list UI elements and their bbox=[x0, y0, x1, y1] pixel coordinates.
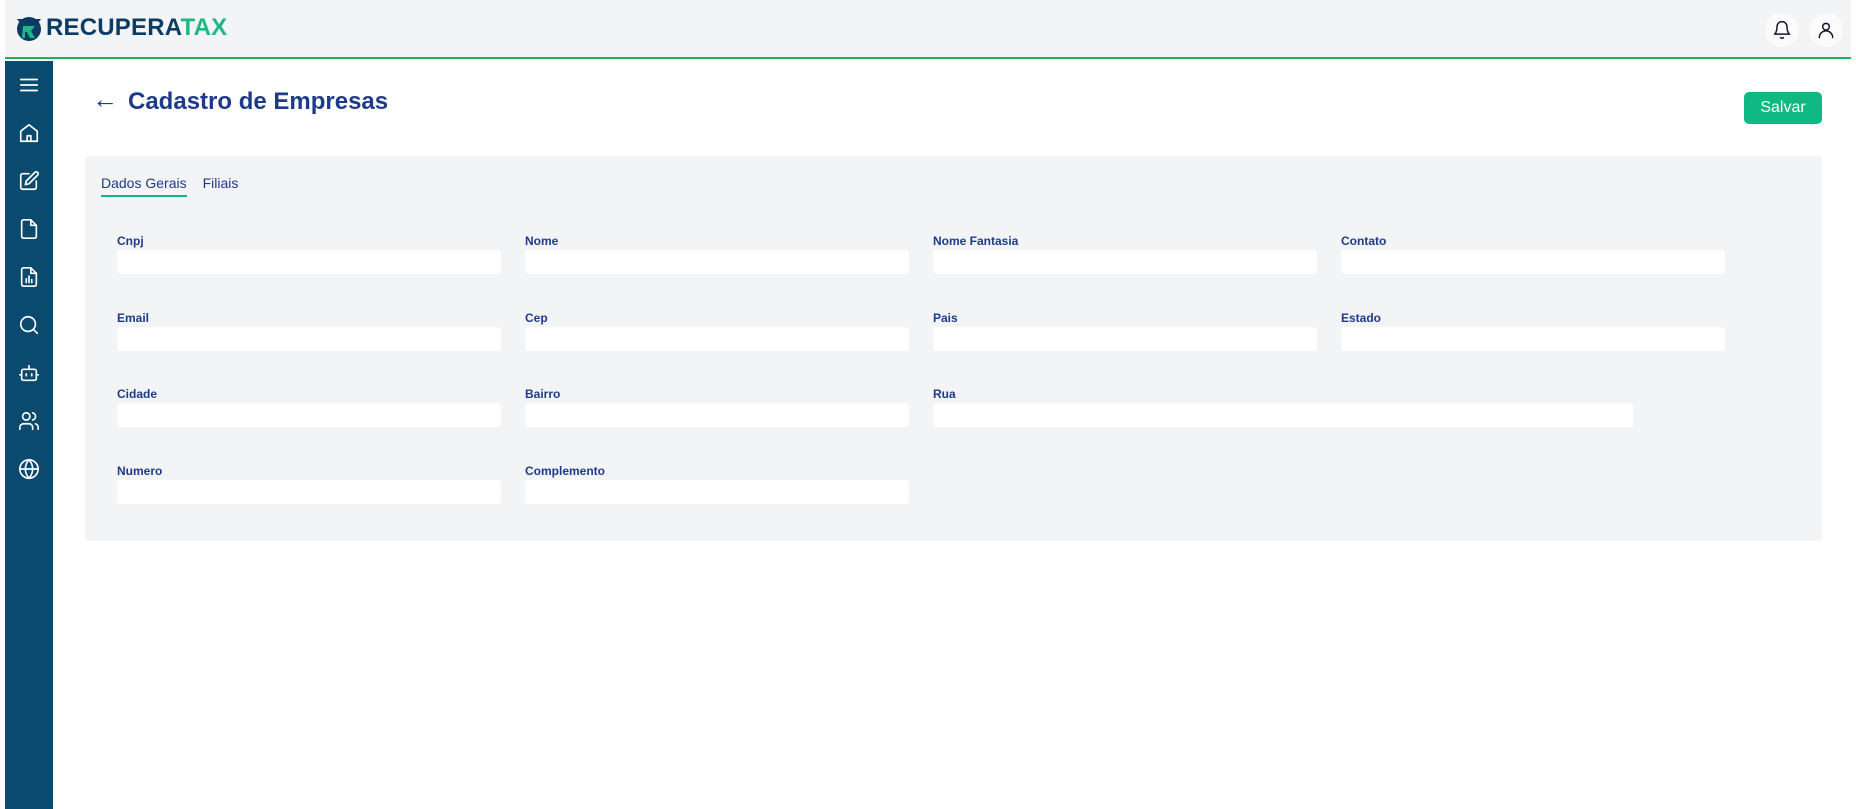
tab-filiais[interactable]: Filiais bbox=[203, 175, 239, 197]
pais-field: Pais bbox=[933, 310, 1317, 351]
contato-input[interactable] bbox=[1341, 250, 1725, 274]
nome-fantasia-field: Nome Fantasia bbox=[933, 233, 1317, 274]
complemento-label: Complemento bbox=[525, 464, 606, 478]
brand-name-part1: RECUPERA bbox=[46, 14, 181, 41]
save-button[interactable]: Salvar bbox=[1744, 92, 1822, 124]
sidebar-item-edit[interactable] bbox=[5, 161, 53, 201]
email-input[interactable] bbox=[117, 327, 501, 351]
home-icon bbox=[19, 123, 39, 143]
cidade-field: Cidade bbox=[117, 386, 501, 427]
user-menu-button[interactable] bbox=[1809, 13, 1843, 47]
bell-icon bbox=[1773, 20, 1791, 40]
file-icon bbox=[20, 219, 38, 239]
numero-label: Numero bbox=[117, 464, 163, 478]
cep-field: Cep bbox=[525, 310, 909, 351]
bairro-label: Bairro bbox=[525, 387, 561, 401]
page-title: Cadastro de Empresas bbox=[128, 88, 389, 115]
cnpj-field: Cnpj bbox=[117, 233, 501, 274]
top-bar: RECUPERATAX bbox=[5, 0, 1851, 59]
robot-icon bbox=[19, 364, 39, 382]
back-arrow-icon[interactable]: ← bbox=[92, 86, 118, 112]
cep-input[interactable] bbox=[525, 327, 909, 351]
tab-bar: Dados Gerais Filiais bbox=[101, 175, 238, 197]
user-icon bbox=[1818, 22, 1834, 39]
nome-fantasia-label: Nome Fantasia bbox=[933, 234, 1019, 248]
numero-field: Numero bbox=[117, 463, 501, 504]
sidebar-item-document[interactable] bbox=[5, 209, 53, 249]
pais-input[interactable] bbox=[933, 327, 1317, 351]
estado-input[interactable] bbox=[1341, 327, 1725, 351]
sidebar-item-robot[interactable] bbox=[5, 353, 53, 393]
complemento-field: Complemento bbox=[525, 463, 909, 504]
sidebar-item-report[interactable] bbox=[5, 257, 53, 297]
sidebar-item-menu[interactable] bbox=[5, 65, 53, 105]
bairro-field: Bairro bbox=[525, 386, 909, 427]
edit-icon bbox=[19, 171, 39, 191]
sidebar-item-home[interactable] bbox=[5, 113, 53, 153]
email-label: Email bbox=[117, 311, 150, 325]
complemento-input[interactable] bbox=[525, 480, 909, 504]
brand-name-part2: TAX bbox=[180, 14, 228, 41]
menu-icon bbox=[19, 78, 39, 92]
notifications-button[interactable] bbox=[1765, 13, 1799, 47]
rua-input[interactable] bbox=[933, 403, 1633, 427]
estado-field: Estado bbox=[1341, 310, 1725, 351]
cidade-label: Cidade bbox=[117, 387, 158, 401]
rua-label: Rua bbox=[933, 387, 956, 401]
nome-input[interactable] bbox=[525, 250, 909, 274]
bairro-input[interactable] bbox=[525, 403, 909, 427]
report-icon bbox=[20, 267, 38, 287]
users-icon bbox=[19, 411, 39, 431]
sidebar-item-users[interactable] bbox=[5, 401, 53, 441]
nome-fantasia-input[interactable] bbox=[933, 250, 1317, 274]
sidebar-item-globe[interactable] bbox=[5, 449, 53, 489]
email-field: Email bbox=[117, 310, 501, 351]
sidebar-item-search[interactable] bbox=[5, 305, 53, 345]
sidebar bbox=[5, 61, 53, 809]
estado-label: Estado bbox=[1341, 311, 1382, 325]
tab-dados-gerais[interactable]: Dados Gerais bbox=[101, 175, 187, 197]
globe-icon bbox=[19, 458, 39, 480]
cnpj-label: Cnpj bbox=[117, 234, 144, 248]
cnpj-input[interactable] bbox=[117, 250, 501, 274]
cep-label: Cep bbox=[525, 311, 548, 325]
nome-field: Nome bbox=[525, 233, 909, 274]
logo-icon bbox=[17, 17, 41, 41]
form-panel: Dados Gerais Filiais Cnpj Nome Nome Fant… bbox=[85, 156, 1822, 541]
contato-field: Contato bbox=[1341, 233, 1725, 274]
contato-label: Contato bbox=[1341, 234, 1387, 248]
numero-input[interactable] bbox=[117, 480, 501, 504]
pais-label: Pais bbox=[933, 311, 958, 325]
rua-field: Rua bbox=[933, 386, 1633, 427]
cidade-input[interactable] bbox=[117, 403, 501, 427]
search-icon bbox=[19, 315, 39, 335]
page-header: ← Cadastro de Empresas bbox=[92, 86, 389, 116]
brand-logo[interactable]: RECUPERATAX bbox=[14, 13, 227, 43]
nome-label: Nome bbox=[525, 234, 559, 248]
